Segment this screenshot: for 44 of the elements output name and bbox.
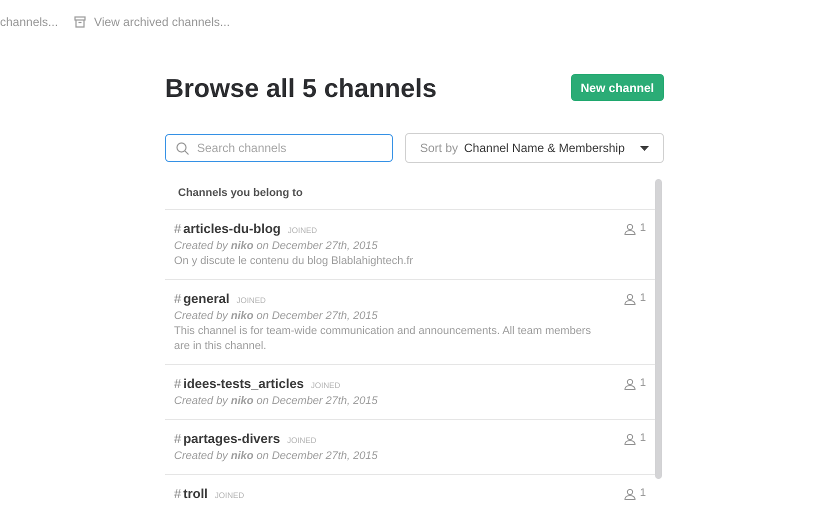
archive-icon (74, 16, 86, 28)
joined-label: JOINED (236, 294, 266, 306)
person-icon (624, 432, 636, 444)
hash-sign: # (174, 220, 182, 236)
created-info: Created by niko on December 27th, 2015 (174, 394, 379, 408)
channel-row[interactable]: #idees-tests_articles JOINED Created by niko on December 27th, 2015 1 (165, 364, 655, 420)
channel-row[interactable]: #partages-divers JOINED Created by niko on December 27th, 2015 1 (165, 420, 655, 474)
hash-sign: # (174, 290, 182, 306)
created-info: Created by niko on December 27th, 2015 (174, 448, 379, 464)
joined-label: JOINED (310, 380, 340, 392)
caret-icon (640, 146, 649, 150)
member-count: 1 (640, 432, 646, 444)
person-icon (624, 488, 636, 500)
search-icon (176, 142, 189, 155)
channel-name: troll (183, 484, 208, 502)
hash-sign: # (174, 374, 182, 392)
section-header: Channels you belong to (165, 179, 655, 210)
joined-label: JOINED (287, 434, 316, 446)
person-icon (624, 378, 636, 390)
channel-name: general (183, 290, 230, 306)
sort-dropdown[interactable]: Sort by Channel Name & Membership (405, 133, 664, 163)
sort-label: Sort by (420, 140, 458, 157)
joined-label: JOINED (288, 224, 318, 236)
channel-description: On y discute le contenu du blog Blablahightech.fr (174, 254, 414, 268)
created-info: Created by niko on December 27th, 2015 (174, 238, 379, 254)
channel-name: articles-du-blog (183, 220, 281, 236)
scrollbar[interactable] (655, 179, 662, 479)
person-icon (624, 292, 636, 304)
channel-description: This channel is for team-wide communication and announcements. All team members are in this channel. (174, 324, 592, 354)
hash-sign: # (174, 430, 182, 446)
sort-value: Channel Name & Membership (464, 140, 625, 157)
member-count: 1 (640, 292, 646, 304)
hash-sign: # (174, 484, 182, 502)
channel-name: idees-tests_articles (183, 374, 304, 392)
search-field[interactable]: Search channels (165, 134, 393, 162)
member-count: 1 (640, 378, 646, 388)
channel-row[interactable]: #troll JOINED 1 (165, 474, 655, 510)
member-count: 1 (640, 488, 646, 498)
created-info: Created by niko on December 27th, 2015 (174, 308, 379, 324)
page-title: Browse all 5 channels (165, 74, 437, 100)
person-icon (624, 222, 636, 234)
member-count: 1 (640, 222, 646, 234)
channel-name: partages-divers (183, 430, 280, 446)
joined-label: JOINED (214, 490, 244, 502)
